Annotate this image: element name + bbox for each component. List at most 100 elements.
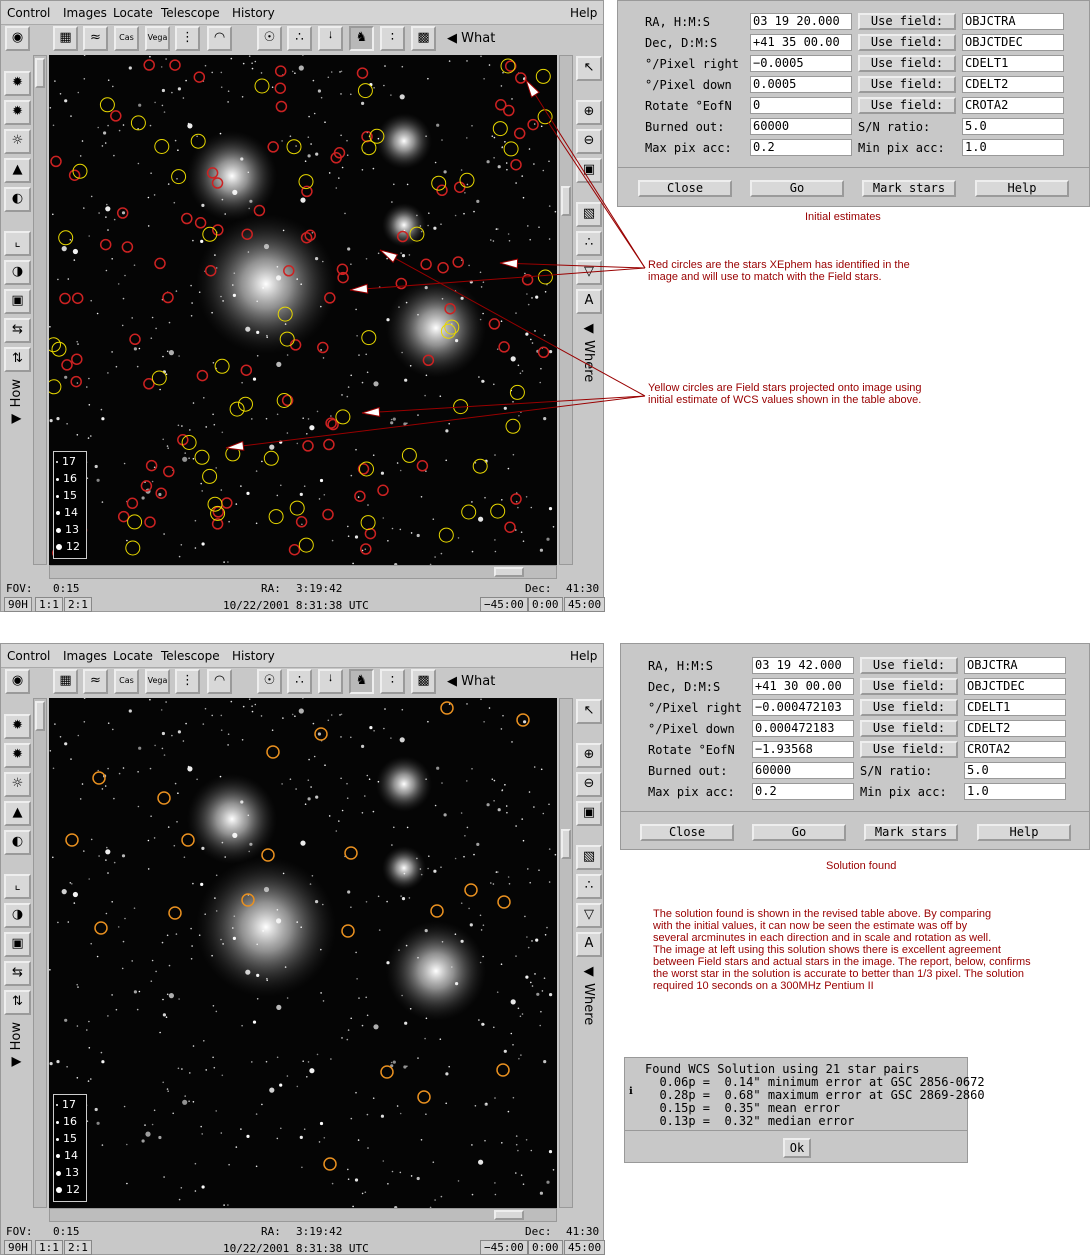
mark-stars-button[interactable]: Mark stars [864,824,958,841]
sn-ratio-input[interactable]: 5.0 [962,118,1064,135]
cluster-icon[interactable]: ∴ [287,26,312,51]
phase-icon[interactable]: ◑ [4,903,31,928]
rotate-zero-button[interactable]: 0:00 [528,597,563,612]
menu-locate[interactable]: Locate [113,6,153,20]
grid-icon[interactable]: ▦ [53,26,78,51]
bulb-dim-icon[interactable]: ✹ [4,100,31,125]
burned-out-input[interactable]: 60000 [752,762,854,779]
field-dec-input[interactable]: OBJCTDEC [962,34,1064,51]
constellation-icon[interactable]: Cas [114,669,139,694]
dither-icon[interactable]: ▩ [411,669,436,694]
menu-telescope[interactable]: Telescope [161,6,220,20]
help-button[interactable]: Help [975,180,1069,197]
star-names-icon[interactable]: Vega [145,669,170,694]
zoom-out-icon[interactable]: ⊖ [576,129,602,154]
where-label[interactable]: ◀ Where [581,321,596,382]
target-icon[interactable]: ☉ [257,669,282,694]
orbit-icon[interactable]: ◠ [207,669,232,694]
zoom-90h-button[interactable]: 90H [4,597,32,612]
what-label-2[interactable]: ◀ What [447,674,495,689]
field-cdelt1-input[interactable]: CDELT1 [962,55,1064,72]
use-field-crota2-button[interactable]: Use field: [860,741,958,758]
pointer-icon[interactable]: ↖ [576,699,602,724]
close-button[interactable]: Close [638,180,732,197]
crop-icon[interactable]: ▧ [576,845,602,870]
rotate-zero-button[interactable]: 0:00 [528,1240,563,1255]
menu-history-2[interactable]: History [232,649,275,663]
galaxy-icon[interactable]: ᛍ [318,669,343,694]
bulb-icon[interactable]: ✹ [4,71,31,96]
rotate-neg-button[interactable]: −45:00 [480,1240,528,1255]
sn-ratio-input[interactable]: 5.0 [964,762,1066,779]
zoom-in-icon[interactable]: ⊕ [576,100,602,125]
camera-icon[interactable]: ◉ [5,26,30,51]
nebula-icon[interactable]: ♞ [349,669,374,694]
zoom-2-button[interactable]: 2:1 [64,597,92,612]
zoom-fit-icon[interactable]: ▣ [576,158,602,183]
menu-help[interactable]: Help [570,6,597,20]
use-field-cdelt1-button[interactable]: Use field: [860,699,958,716]
menu-control[interactable]: Control [7,6,50,20]
menu-control-2[interactable]: Control [7,649,50,663]
menu-help-2[interactable]: Help [570,649,597,663]
zoom-out-icon[interactable]: ⊖ [576,772,602,797]
pixel-right-input[interactable]: −0.0005 [750,55,852,72]
left-scrollbar[interactable] [33,55,47,565]
field-crota2-input[interactable]: CROTA2 [964,741,1066,758]
stars-icon[interactable]: ∴ [576,874,602,899]
how-label-2[interactable]: ◀ How [9,1022,24,1070]
telescope-icon[interactable]: ▲ [4,158,31,183]
contrast-icon[interactable]: ◐ [4,187,31,212]
rotate-pos-button[interactable]: 45:00 [564,1240,606,1255]
cluster-icon[interactable]: ∴ [287,669,312,694]
zoom-fit-icon[interactable]: ▣ [576,801,602,826]
constellation-icon[interactable]: Cas [114,26,139,51]
close-button[interactable]: Close [640,824,734,841]
menu-locate-2[interactable]: Locate [113,649,153,663]
zoom-90h-button[interactable]: 90H [4,1240,32,1255]
menu-history[interactable]: History [232,6,275,20]
bag-icon[interactable]: ▽ [576,903,602,928]
max-pix-input[interactable]: 0.2 [752,783,854,800]
letter-a-icon[interactable]: A [576,932,602,957]
cube-icon[interactable]: ▣ [4,932,31,957]
bag-icon[interactable]: ▽ [576,260,602,285]
rotate-input[interactable]: −1.93568 [752,741,854,758]
use-field-ra-button[interactable]: Use field: [858,13,956,30]
sky-image[interactable]: 17 16 15 14 13 12 [49,55,557,565]
ra-input[interactable]: 03 19 20.000 [750,13,852,30]
search-star-icon[interactable]: ☼ [4,129,31,154]
field-crota2-input[interactable]: CROTA2 [962,97,1064,114]
target-icon[interactable]: ☉ [257,26,282,51]
rotate-pos-button[interactable]: 45:00 [564,597,606,612]
flip-horizontal-icon[interactable]: ⇆ [4,318,31,343]
ok-button[interactable]: Ok [783,1138,811,1158]
phase-icon[interactable]: ◑ [4,260,31,285]
bottom-scrollbar[interactable] [49,565,557,579]
bottom-scrollbar-2[interactable] [49,1208,557,1222]
burned-out-input[interactable]: 60000 [750,118,852,135]
scatter-icon[interactable]: ∶ [380,26,405,51]
horizon-icon[interactable]: ≈ [83,669,108,694]
flip-vertical-icon[interactable]: ⇅ [4,347,31,372]
field-ra-input[interactable]: OBJCTRA [964,657,1066,674]
zoom-2-button[interactable]: 2:1 [64,1240,92,1255]
zoom-1-button[interactable]: 1:1 [35,597,63,612]
search-star-icon[interactable]: ☼ [4,772,31,797]
use-field-dec-button[interactable]: Use field: [860,678,958,695]
horizon-icon[interactable]: ≈ [83,26,108,51]
pointer-icon[interactable]: ↖ [576,56,602,81]
pixel-right-input[interactable]: −0.000472103 [752,699,854,716]
camera-icon[interactable]: ◉ [5,669,30,694]
menu-images[interactable]: Images [63,6,107,20]
magnitude-icon[interactable]: ⋮ [175,26,200,51]
use-field-cdelt2-button[interactable]: Use field: [858,76,956,93]
cube-icon[interactable]: ▣ [4,289,31,314]
use-field-ra-button[interactable]: Use field: [860,657,958,674]
sky-image-2[interactable]: 17 16 15 14 13 12 [49,698,557,1208]
menu-images-2[interactable]: Images [63,649,107,663]
menu-telescope-2[interactable]: Telescope [161,649,220,663]
axes-icon[interactable]: ⌞ [4,231,31,256]
grid-icon[interactable]: ▦ [53,669,78,694]
use-field-dec-button[interactable]: Use field: [858,34,956,51]
